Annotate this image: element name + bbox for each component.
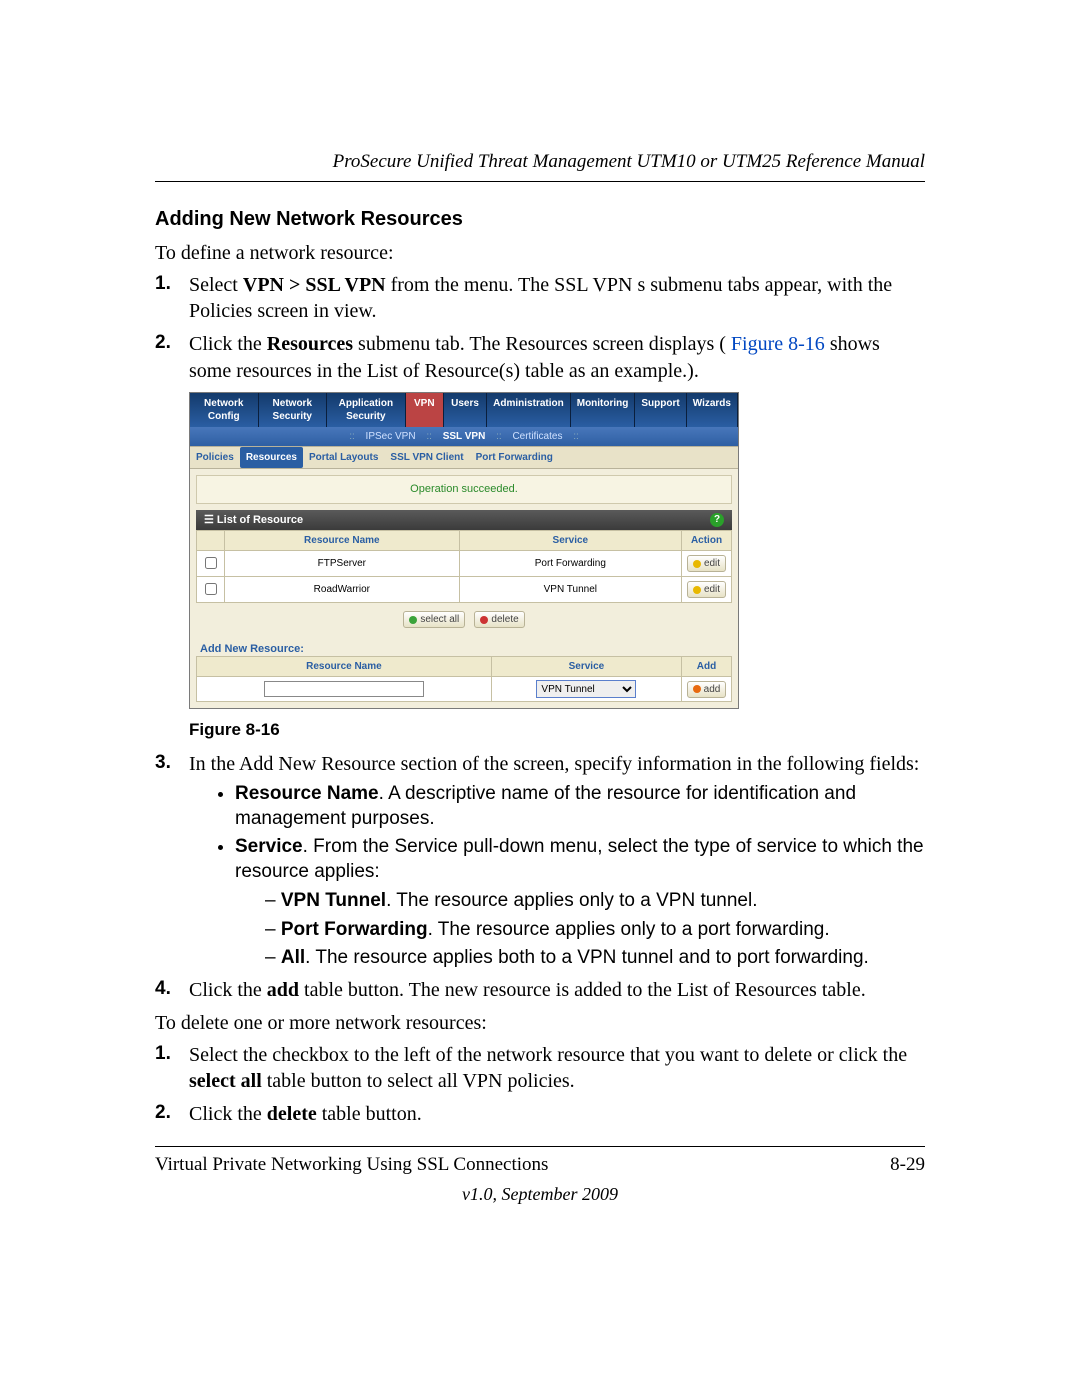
tab-portal-layouts[interactable]: Portal Layouts	[303, 447, 384, 468]
add-panel-title: Add New Resource:	[200, 642, 738, 656]
resource-table: Resource Name Service Action FTPServer P…	[196, 530, 732, 603]
submenu-tabs: Policies Resources Portal Layouts SSL VP…	[190, 446, 738, 469]
help-icon[interactable]: ?	[710, 513, 724, 527]
footer-right: 8-29	[890, 1153, 925, 1178]
nav-administration[interactable]: Administration	[487, 393, 571, 427]
nav-support[interactable]: Support	[635, 393, 686, 427]
tab-ssl-vpn-client[interactable]: SSL VPN Client	[384, 447, 469, 468]
col-checkbox	[197, 531, 225, 551]
nav-wizards[interactable]: Wizards	[687, 393, 738, 427]
col-action: Action	[682, 531, 732, 551]
nav-application-security[interactable]: Application Security	[327, 393, 406, 427]
row2-checkbox[interactable]	[205, 583, 217, 595]
resource-name-input[interactable]	[264, 681, 424, 697]
status-message: Operation succeeded.	[196, 475, 732, 503]
delete-intro: To delete one or more network resources:	[155, 1010, 925, 1036]
delete-button[interactable]: delete	[474, 611, 524, 628]
field-bullets: Resource Name. A descriptive name of the…	[189, 782, 925, 971]
delete-icon	[480, 616, 488, 624]
table-button-row: select all delete	[190, 603, 738, 636]
col-name: Resource Name	[225, 531, 460, 551]
page: ProSecure Unified Threat Management UTM1…	[0, 0, 1080, 1397]
table-row: FTPServer Port Forwarding edit	[197, 551, 732, 577]
select-all-button[interactable]: select all	[403, 611, 465, 628]
figure-ref-link[interactable]: Figure 8-16	[731, 333, 825, 355]
row1-service: Port Forwarding	[459, 551, 681, 577]
add-resource-table: Resource Name Service Add VPN Tunnel Por…	[196, 656, 732, 702]
nav-network-config[interactable]: Network Config	[190, 393, 259, 427]
section-heading: Adding New Network Resources	[155, 206, 925, 232]
edit-icon	[693, 560, 701, 568]
running-header: ProSecure Unified Threat Management UTM1…	[155, 150, 925, 175]
dash-port-forwarding: Port Forwarding. The resource applies on…	[265, 918, 925, 943]
footer-version: v1.0, September 2009	[155, 1183, 925, 1206]
step-2: Click the Resources submenu tab. The Res…	[155, 331, 925, 741]
add-col-add: Add	[682, 657, 732, 677]
footer-left: Virtual Private Networking Using SSL Con…	[155, 1153, 548, 1178]
bullet-resource-name: Resource Name. A descriptive name of the…	[235, 782, 925, 831]
footer-rule	[155, 1146, 925, 1147]
subnav-ipsec[interactable]: IPSec VPN	[366, 431, 416, 442]
sub-nav: :: IPSec VPN :: SSL VPN :: Certificates …	[190, 427, 738, 446]
edit-icon	[693, 586, 701, 594]
add-col-service: Service	[491, 657, 681, 677]
row1-edit-button[interactable]: edit	[687, 555, 726, 572]
tab-port-forwarding[interactable]: Port Forwarding	[470, 447, 559, 468]
row2-edit-button[interactable]: edit	[687, 581, 726, 598]
figure-caption: Figure 8-16	[189, 719, 925, 741]
del-step-1: Select the checkbox to the left of the n…	[155, 1042, 925, 1095]
add-button[interactable]: add	[687, 681, 727, 698]
nav-vpn[interactable]: VPN	[406, 393, 444, 427]
bullet-service: Service. From the Service pull-down menu…	[235, 835, 925, 970]
steps-delete: Select the checkbox to the left of the n…	[155, 1042, 925, 1128]
nav-network-security[interactable]: Network Security	[259, 393, 328, 427]
intro-para: To define a network resource:	[155, 240, 925, 266]
top-nav: Network Config Network Security Applicat…	[190, 393, 738, 427]
del-step-2: Click the delete table button.	[155, 1101, 925, 1128]
row2-name: RoadWarrior	[225, 577, 460, 603]
service-select[interactable]: VPN Tunnel Port Forwarding All	[536, 680, 636, 698]
row2-service: VPN Tunnel	[459, 577, 681, 603]
nav-users[interactable]: Users	[444, 393, 487, 427]
footer: Virtual Private Networking Using SSL Con…	[155, 1153, 925, 1178]
nav-monitoring[interactable]: Monitoring	[571, 393, 636, 427]
subnav-sslvpn[interactable]: SSL VPN	[443, 431, 486, 442]
table-row: RoadWarrior VPN Tunnel edit	[197, 577, 732, 603]
steps-define: Select VPN > SSL VPN from the menu. The …	[155, 272, 925, 1004]
add-icon	[693, 685, 701, 693]
step-4: Click the add table button. The new reso…	[155, 977, 925, 1004]
add-row: VPN Tunnel Port Forwarding All add	[197, 677, 732, 702]
row1-name: FTPServer	[225, 551, 460, 577]
subnav-certificates[interactable]: Certificates	[512, 431, 562, 442]
list-panel-title: ☰ List of Resource ?	[196, 510, 732, 530]
tab-policies[interactable]: Policies	[190, 447, 240, 468]
tab-resources[interactable]: Resources	[240, 447, 303, 468]
embedded-screenshot: Network Config Network Security Applicat…	[189, 392, 739, 709]
col-service: Service	[459, 531, 681, 551]
dash-all: All. The resource applies both to a VPN …	[265, 946, 925, 971]
step-1: Select VPN > SSL VPN from the menu. The …	[155, 272, 925, 325]
row1-checkbox[interactable]	[205, 557, 217, 569]
add-col-name: Resource Name	[197, 657, 492, 677]
step-3: In the Add New Resource section of the s…	[155, 751, 925, 971]
header-rule	[155, 181, 925, 182]
dash-vpn-tunnel: VPN Tunnel. The resource applies only to…	[265, 889, 925, 914]
service-options-list: VPN Tunnel. The resource applies only to…	[235, 889, 925, 971]
check-icon	[409, 616, 417, 624]
